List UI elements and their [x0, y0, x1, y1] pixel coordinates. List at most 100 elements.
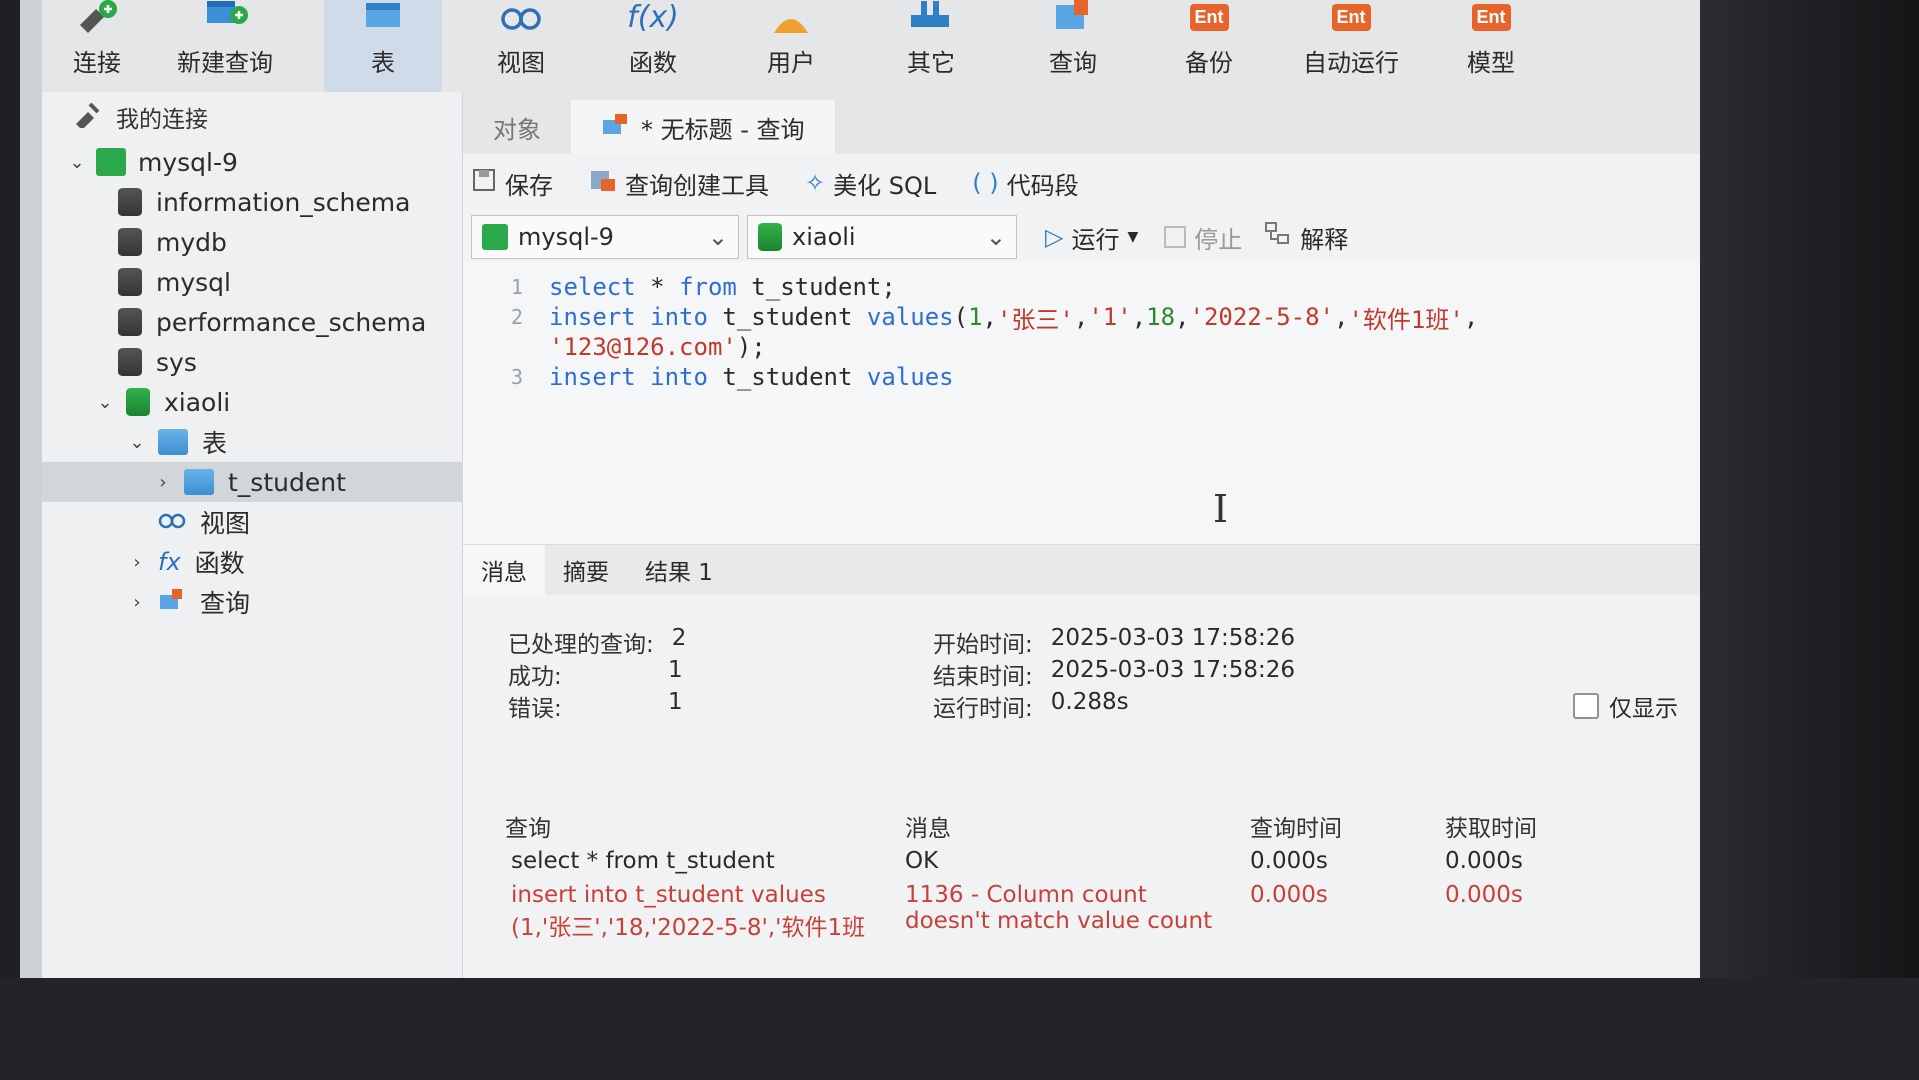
connection-select[interactable]: mysql-9 ⌄: [471, 215, 739, 259]
toolbar-label: 函数: [629, 49, 677, 77]
view-icon: [497, 0, 545, 35]
chevron-down-icon[interactable]: ⌄: [66, 152, 88, 173]
chevron-right-icon[interactable]: ›: [152, 472, 174, 493]
sql-editor[interactable]: 1 select * from t_student; 2 insert into…: [463, 262, 1710, 544]
chevron-down-icon: ⌄: [985, 223, 1006, 251]
play-icon: ▷: [1045, 223, 1064, 251]
toolbar-user-button[interactable]: 用户: [732, 0, 850, 92]
tab-query-untitled[interactable]: * 无标题 - 查询: [571, 100, 835, 154]
database-icon: [118, 228, 142, 256]
chevron-down-icon[interactable]: ⌄: [94, 392, 116, 413]
run-button[interactable]: ▷ 运行 ▼: [1045, 220, 1138, 255]
query-results-table: 查询 消息 查询时间 获取时间 select * from t_student …: [475, 804, 1710, 942]
code-line-3: 3 insert into t_student values: [510, 363, 954, 391]
toolbar-label: 用户: [767, 49, 815, 77]
only-show-errors-toggle[interactable]: 仅显示: [1573, 689, 1678, 723]
code-line-2: 2 insert into t_student values(1, '张三', '1…: [510, 303, 1479, 334]
toolbar-label: 查询: [1049, 49, 1097, 77]
start-time: 开始时间: 2025-03-03 17:58:26: [933, 625, 1296, 658]
toolbar-connect-button[interactable]: 连接: [52, 0, 142, 92]
connection-sidebar: 我的连接 ⌄ mysql-9 information_schema mydb m…: [42, 92, 463, 978]
code-snippet-button[interactable]: ( ) 代码段: [972, 166, 1078, 201]
mysql-connection-icon: [96, 148, 126, 176]
tab-result-1[interactable]: 结果 1: [627, 545, 731, 595]
automation-icon: Ent: [1327, 0, 1375, 35]
explain-icon: [1264, 221, 1292, 253]
success-count: 成功: 1: [508, 657, 683, 690]
explain-button[interactable]: 解释: [1264, 220, 1348, 255]
checkbox[interactable]: [1573, 693, 1599, 719]
connection-plug-icon: [72, 100, 102, 134]
other-icon: [907, 0, 955, 35]
tab-summary[interactable]: 摘要: [545, 545, 627, 595]
toolbar-label: 连接: [73, 49, 121, 77]
magic-wand-icon: ✧: [805, 169, 826, 197]
tree-db-mydb[interactable]: mydb: [42, 222, 462, 262]
execution-summary: 已处理的查询: 2 成功: 1 错误: 1 开始时间: 2025-03-03 1…: [463, 595, 1710, 745]
model-icon: Ent: [1467, 0, 1515, 35]
run-time: 运行时间: 0.288s: [933, 689, 1129, 722]
view-icon: [158, 507, 186, 537]
toolbar-other-button[interactable]: 其它: [872, 0, 990, 92]
toolbar-automation-button[interactable]: Ent 自动运行: [1276, 0, 1426, 92]
toolbar-model-button[interactable]: Ent 模型: [1432, 0, 1550, 92]
tree-db-xiaoli[interactable]: ⌄ xiaoli: [42, 382, 462, 422]
table-icon: [184, 469, 214, 495]
toolbar-label: 模型: [1467, 49, 1515, 77]
table-icon: [158, 429, 188, 455]
save-button[interactable]: 保存: [471, 166, 553, 201]
beautify-sql-button[interactable]: ✧ 美化 SQL: [805, 166, 936, 201]
toolbar-view-button[interactable]: 视图: [462, 0, 580, 92]
database-select[interactable]: xiaoli ⌄: [747, 215, 1017, 259]
app-window: 连接 新建查询 表 视图 f(x) 函数 用户 其它 查询 Ent 备份 Ent…: [20, 0, 1710, 1080]
caret-down-icon: ▼: [1127, 229, 1139, 245]
query-workspace: 对象 * 无标题 - 查询 保存 查询创建工具 ✧ 美化 SQL () 代码段…: [463, 92, 1710, 978]
toolbar-label: 新建查询: [177, 49, 273, 77]
error-count: 错误: 1: [508, 689, 683, 722]
toolbar-label: 备份: [1185, 49, 1233, 77]
query-builder-button[interactable]: 查询创建工具: [589, 166, 769, 201]
toolbar-function-button[interactable]: f(x) 函数: [594, 0, 712, 92]
toolbar-new-query-button[interactable]: 新建查询: [160, 0, 290, 92]
tree-db-mysql[interactable]: mysql: [42, 262, 462, 302]
monitor-bezel-right: [1700, 0, 1919, 1080]
table-icon: [359, 0, 407, 35]
chevron-down-icon: ⌄: [707, 223, 728, 251]
chevron-right-icon[interactable]: ›: [126, 592, 148, 613]
toolbar-label: 表: [371, 49, 395, 77]
code-line-1: 1 select * from t_student;: [510, 273, 896, 301]
tree-db-information-schema[interactable]: information_schema: [42, 182, 462, 222]
tree-folder-queries[interactable]: › 查询: [42, 582, 462, 622]
chevron-down-icon[interactable]: ⌄: [126, 432, 148, 453]
editor-toolbar: 保存 查询创建工具 ✧ 美化 SQL ( ) 代码段: [463, 154, 1710, 212]
chevron-right-icon[interactable]: ›: [126, 552, 148, 573]
function-icon: f(x): [627, 0, 679, 35]
tree-folder-tables[interactable]: ⌄ 表: [42, 422, 462, 462]
tree-db-performance-schema[interactable]: performance_schema: [42, 302, 462, 342]
table-row[interactable]: select * from t_student OK 0.000s 0.000s: [475, 848, 1710, 882]
tree-connection-mysql-9[interactable]: ⌄ mysql-9: [42, 142, 462, 182]
stop-icon: [1164, 226, 1187, 248]
tree-db-sys[interactable]: sys: [42, 342, 462, 382]
database-icon: [126, 388, 150, 416]
monitor-bezel-bottom: [0, 978, 1919, 1080]
tab-objects[interactable]: 对象: [463, 100, 571, 154]
processed-queries: 已处理的查询: 2: [508, 625, 687, 658]
user-icon: [767, 0, 815, 35]
window-left-edge: [20, 0, 42, 980]
table-row[interactable]: insert into t_student values(1,'张三','18,…: [475, 882, 1710, 942]
toolbar-backup-button[interactable]: Ent 备份: [1150, 0, 1268, 92]
tab-messages[interactable]: 消息: [463, 545, 545, 595]
toolbar-label: 自动运行: [1303, 49, 1399, 77]
database-icon: [118, 268, 142, 296]
database-icon: [758, 223, 782, 251]
tree-folder-functions[interactable]: › fx 函数: [42, 542, 462, 582]
toolbar-query-button[interactable]: 查询: [1014, 0, 1132, 92]
text-cursor-icon: I: [1213, 487, 1229, 531]
toolbar-table-button[interactable]: 表: [324, 0, 442, 92]
tree-folder-views[interactable]: 视图: [42, 502, 462, 542]
stop-button[interactable]: 停止: [1164, 220, 1242, 255]
tree-table-t-student[interactable]: › t_student: [42, 462, 462, 502]
function-icon: fx: [158, 548, 181, 576]
connect-icon: [73, 0, 121, 35]
